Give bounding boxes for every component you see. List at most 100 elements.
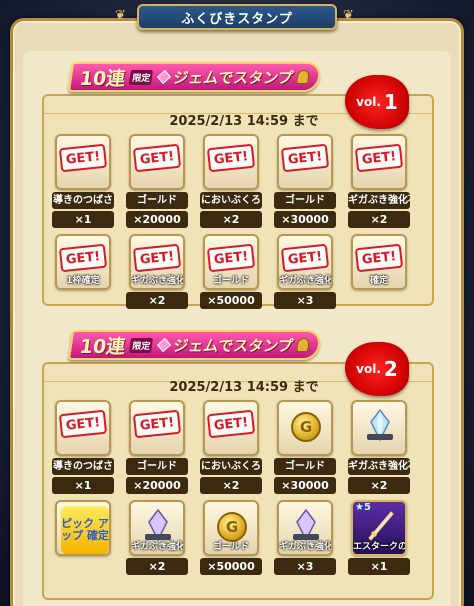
pickup-ticket: ピック アップ 確定 bbox=[61, 506, 109, 554]
stamp-slot[interactable]: GET! 導きのつばさ ×1 bbox=[52, 134, 114, 228]
vol-badge: vol. 2 bbox=[345, 342, 409, 396]
banner-text: ジェムでスタンプ bbox=[172, 336, 295, 355]
stamp-slot[interactable]: G ゴールド ×30000 bbox=[274, 400, 336, 494]
stamp-slot[interactable]: ギガぶき強化石 ×3 bbox=[274, 500, 336, 575]
item-name: ゴールド bbox=[212, 542, 249, 552]
item-card bbox=[351, 400, 407, 456]
item-quantity: ×2 bbox=[200, 477, 262, 494]
item-card: GET! bbox=[351, 134, 407, 190]
item-card: G ゴールド bbox=[203, 500, 259, 556]
item-card: GET! bbox=[203, 400, 259, 456]
sword-icon bbox=[368, 511, 394, 541]
item-card: GET! bbox=[277, 134, 333, 190]
item-name: においぶくろ bbox=[200, 458, 262, 475]
page-title: ふくびきスタンプ bbox=[137, 4, 337, 30]
stamp-grid: GET! 導きのつばさ ×1 GET! ゴールド ×20000 GET! におい… bbox=[52, 400, 424, 575]
deadline-text: 2025/2/13 14:59 まで bbox=[169, 380, 319, 395]
get-stamp: GET! bbox=[280, 243, 330, 273]
stamp-slot[interactable]: ピック アップ 確定 bbox=[52, 500, 114, 575]
banner-limited: 限定 bbox=[129, 337, 154, 353]
stamp-slot[interactable]: ギガぶき強化石 ×2 bbox=[348, 400, 410, 494]
item-name: 1枠確定 bbox=[66, 276, 100, 286]
item-name: ギガぶき強化石 bbox=[279, 276, 333, 286]
stamp-panel-vol2: 2025/2/13 14:59 まで GET! 導きのつばさ ×1 GET! ゴ… bbox=[42, 362, 434, 600]
item-quantity: ×20000 bbox=[126, 477, 188, 494]
item-card: GET! bbox=[55, 134, 111, 190]
item-name: ゴールド bbox=[126, 192, 188, 209]
get-stamp: GET! bbox=[58, 409, 108, 439]
banner-text: ジェムでスタンプ bbox=[172, 68, 295, 87]
get-stamp: GET! bbox=[58, 143, 108, 173]
stamp-slot[interactable]: GET! ギガぶき強化石 ×3 bbox=[274, 234, 336, 309]
item-name: においぶくろ bbox=[200, 192, 262, 209]
item-quantity: ×30000 bbox=[274, 477, 336, 494]
item-card: GET! 1枠確定 bbox=[55, 234, 111, 290]
item-quantity: ×3 bbox=[274, 292, 336, 309]
item-name: ギガぶき強化石 bbox=[131, 542, 185, 552]
item-card: GET! bbox=[129, 400, 185, 456]
vol-prefix: vol. bbox=[356, 95, 381, 109]
item-name: 導きのつばさ bbox=[52, 458, 114, 475]
stamp-slot[interactable]: GET! ゴールド ×50000 bbox=[200, 234, 262, 309]
item-card: GET! ギガぶき強化石 bbox=[129, 234, 185, 290]
item-name: エスタークの魔刃 bbox=[353, 542, 407, 552]
item-card: GET! bbox=[203, 134, 259, 190]
vol-number: 2 bbox=[383, 357, 398, 381]
vol-number: 1 bbox=[383, 90, 398, 114]
stamp-slot[interactable]: GET! 導きのつばさ ×1 bbox=[52, 400, 114, 494]
enhancement-stone-icon bbox=[367, 408, 393, 442]
gem-icon bbox=[157, 337, 172, 353]
stamp-slot[interactable]: GET! ゴールド ×20000 bbox=[126, 134, 188, 228]
stamp-slot[interactable]: ★5 エスタークの魔刃 ×1 bbox=[348, 500, 410, 575]
stamp-slot[interactable]: GET! 1枠確定 bbox=[52, 234, 114, 309]
get-stamp: GET! bbox=[354, 143, 404, 173]
campaign-banner: 10連 限定 ジェムでスタンプ bbox=[67, 62, 323, 92]
item-name: ゴールド bbox=[274, 192, 336, 209]
stamp-slot[interactable]: GET! 確定 bbox=[348, 234, 410, 309]
item-card: ギガぶき強化石 bbox=[129, 500, 185, 556]
bag-icon bbox=[296, 338, 311, 352]
item-card: GET! ゴールド bbox=[203, 234, 259, 290]
stamp-slot[interactable]: GET! ゴールド ×20000 bbox=[126, 400, 188, 494]
item-card: G bbox=[277, 400, 333, 456]
vol-prefix: vol. bbox=[356, 362, 381, 376]
deadline-text: 2025/2/13 14:59 まで bbox=[169, 114, 319, 129]
get-stamp: GET! bbox=[132, 143, 182, 173]
bag-icon bbox=[296, 70, 311, 84]
banner-count: 10連 bbox=[78, 67, 127, 90]
item-quantity: ×50000 bbox=[200, 292, 262, 309]
item-name: ギガぶき強化石 bbox=[131, 276, 185, 286]
item-name: 確定 bbox=[369, 276, 388, 286]
stamp-slot[interactable]: GET! ギガぶき強化石 ×2 bbox=[126, 234, 188, 309]
get-stamp: GET! bbox=[354, 243, 404, 273]
item-card: ピック アップ 確定 bbox=[55, 500, 111, 556]
item-quantity: ×1 bbox=[52, 211, 114, 228]
item-quantity: ×3 bbox=[274, 558, 336, 575]
item-name: 導きのつばさ bbox=[52, 192, 114, 209]
title-ornament-left-icon: ❦ bbox=[115, 8, 126, 23]
item-name: ギガぶき強化石 bbox=[348, 192, 410, 209]
stamp-slot[interactable]: G ゴールド ×50000 bbox=[200, 500, 262, 575]
item-card: ★5 エスタークの魔刃 bbox=[351, 500, 407, 556]
item-card: GET! 確定 bbox=[351, 234, 407, 290]
get-stamp: GET! bbox=[206, 243, 256, 273]
item-quantity: ×30000 bbox=[274, 211, 336, 228]
item-quantity: ×2 bbox=[348, 211, 410, 228]
get-stamp: GET! bbox=[280, 143, 330, 173]
stamp-slot[interactable]: ギガぶき強化石 ×2 bbox=[126, 500, 188, 575]
stamp-slot[interactable]: GET! ギガぶき強化石 ×2 bbox=[348, 134, 410, 228]
banner-count: 10連 bbox=[78, 335, 127, 358]
item-quantity: ×2 bbox=[348, 477, 410, 494]
item-name: ギガぶき強化石 bbox=[279, 542, 333, 552]
enhancement-stone-icon bbox=[293, 508, 319, 542]
gem-icon bbox=[157, 69, 172, 85]
item-name: ゴールド bbox=[212, 276, 249, 286]
gold-coin-icon: G bbox=[291, 412, 321, 442]
item-quantity: ×1 bbox=[348, 558, 410, 575]
item-name: ゴールド bbox=[126, 458, 188, 475]
stamp-grid: GET! 導きのつばさ ×1 GET! ゴールド ×20000 GET! におい… bbox=[52, 134, 424, 309]
stamp-slot[interactable]: GET! においぶくろ ×2 bbox=[200, 134, 262, 228]
stamp-slot[interactable]: GET! ゴールド ×30000 bbox=[274, 134, 336, 228]
campaign-banner: 10連 限定 ジェムでスタンプ bbox=[67, 330, 323, 360]
stamp-slot[interactable]: GET! においぶくろ ×2 bbox=[200, 400, 262, 494]
